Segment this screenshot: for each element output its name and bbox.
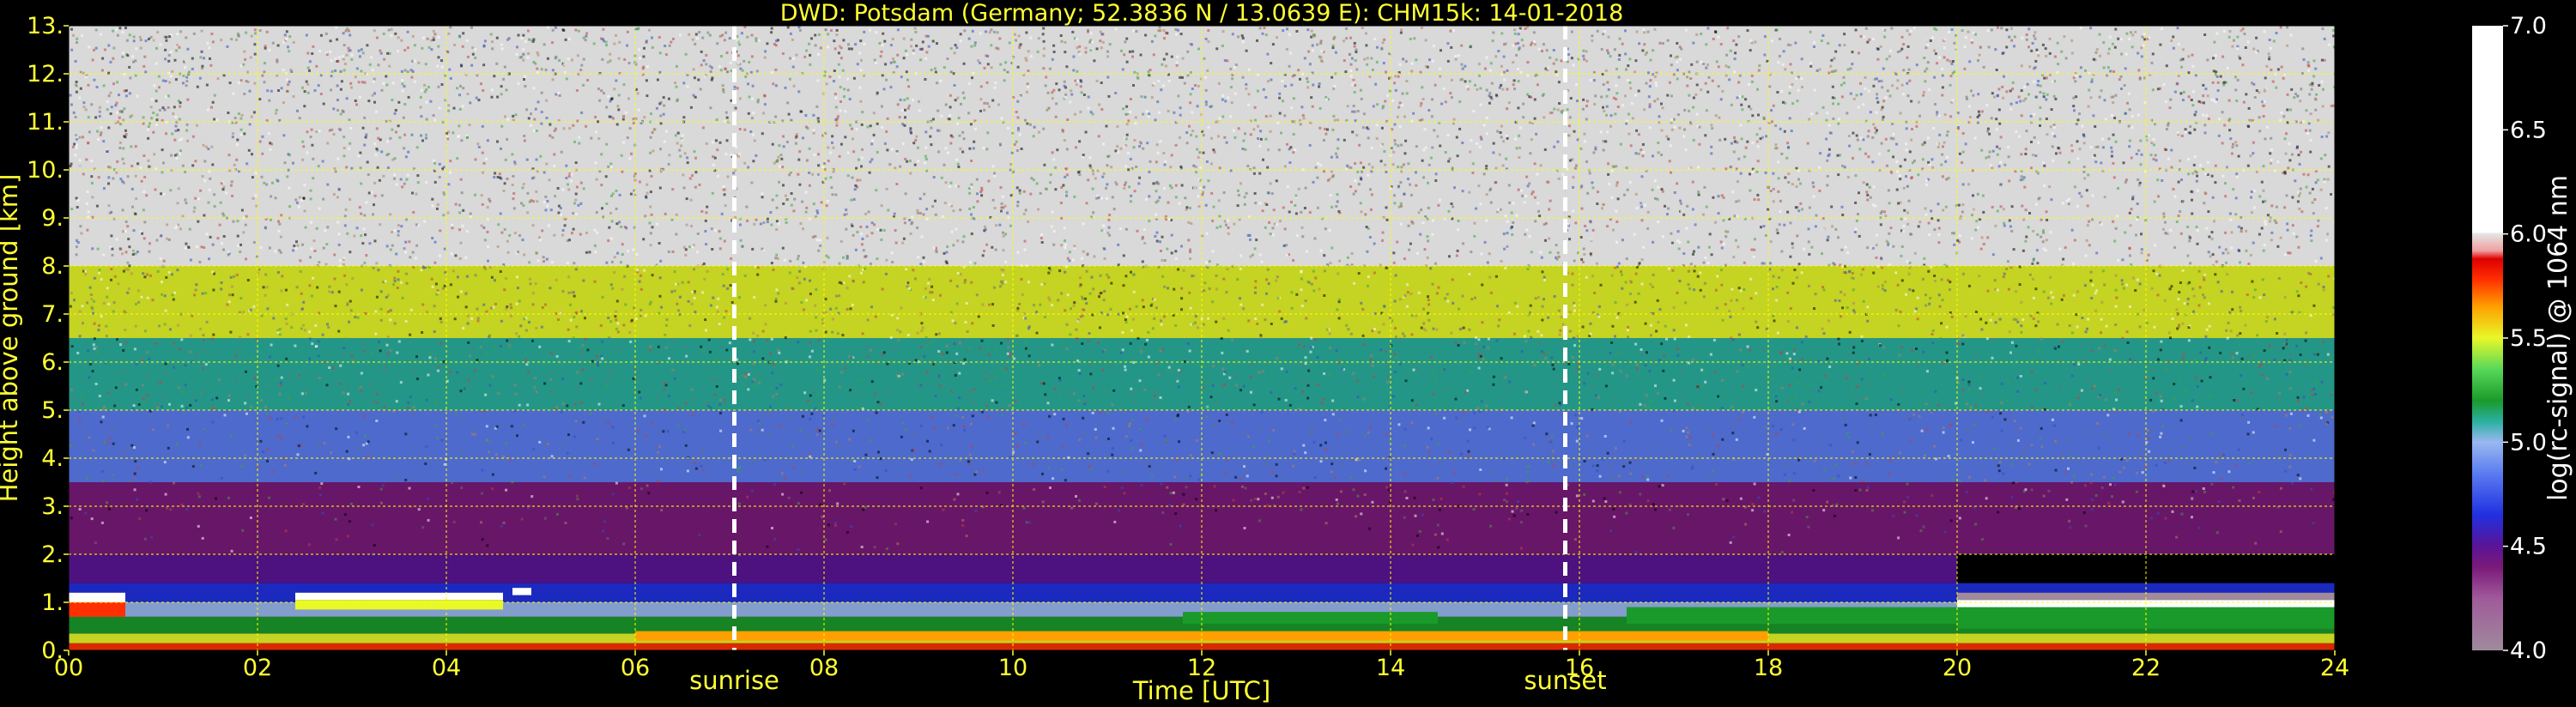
y-tick-label: 13. [27,13,64,39]
x-axis-label: Time [UTC] [1132,676,1270,705]
y-tick-label: 4. [41,445,64,472]
signal-feature [295,592,503,601]
x-tick-label: 24 [2320,655,2349,681]
colorbar-tick-label: 4.5 [2510,534,2547,560]
y-axis-ticks: 0. 1. 2. 3. 4. 5. 6. 7. 8. 9. 10. 11. 12. 13. [27,13,69,664]
colorbar-tick-label: 6.5 [2510,117,2547,143]
sunset-label: sunset [1524,666,1606,695]
x-tick-label: 08 [809,655,839,681]
y-tick-label: 6. [41,349,64,376]
signal-feature [295,600,503,610]
colorbar-tick-label: 7.0 [2510,13,2547,39]
y-tick-label: 12. [27,61,64,88]
colorbar: 4.0 4.5 5.0 5.5 6.0 6.5 7.0 [2472,13,2547,664]
y-tick-label: 9. [41,205,64,232]
signal-layer [69,266,2335,338]
colorbar-label: log(rc-signal) @ 1064 nm [2543,175,2573,501]
colorbar-tick-label: 6.0 [2510,221,2547,248]
y-tick-label: 5. [41,397,64,424]
colorbar-tick-label: 4.0 [2510,638,2547,664]
x-tick-label: 02 [243,655,272,681]
x-tick-label: 14 [1376,655,1405,681]
colorbar-gradient [2472,26,2503,650]
colorbar-tick-label: 5.0 [2510,429,2547,456]
y-axis-label: Height above ground [km] [0,174,23,503]
y-tick-label: 0. [41,638,64,664]
x-tick-label: 06 [621,655,650,681]
signal-layer [69,482,2335,554]
signal-feature [69,602,125,617]
signal-layer [69,410,2335,482]
signal-feature [1183,612,1438,625]
colorbar-ticks: 4.0 4.5 5.0 5.5 6.0 6.5 7.0 [2503,13,2547,664]
signal-feature [1627,607,1957,625]
plot-area [69,26,2335,650]
x-tick-label: 22 [2131,655,2161,681]
signal-feature [512,588,531,595]
y-tick-label: 10. [27,157,64,184]
y-tick-label: 2. [41,541,64,568]
y-tick-label: 7. [41,301,64,328]
x-tick-label: 20 [1943,655,1972,681]
y-tick-label: 11. [27,109,64,136]
signal-feature [69,592,125,602]
x-tick-label: 10 [998,655,1027,681]
y-tick-label: 8. [41,253,64,280]
x-tick-label: 04 [432,655,461,681]
y-tick-label: 1. [41,589,64,616]
sunrise-label: sunrise [689,666,779,695]
signal-layer [69,338,2335,410]
colorbar-tick-label: 5.5 [2510,325,2547,352]
chart-title: DWD: Potsdam (Germany; 52.3836 N / 13.06… [780,0,1624,27]
x-tick-label: 18 [1754,655,1783,681]
ceilometer-chart: DWD: Potsdam (Germany; 52.3836 N / 13.06… [0,0,2573,705]
y-tick-label: 3. [41,493,64,520]
